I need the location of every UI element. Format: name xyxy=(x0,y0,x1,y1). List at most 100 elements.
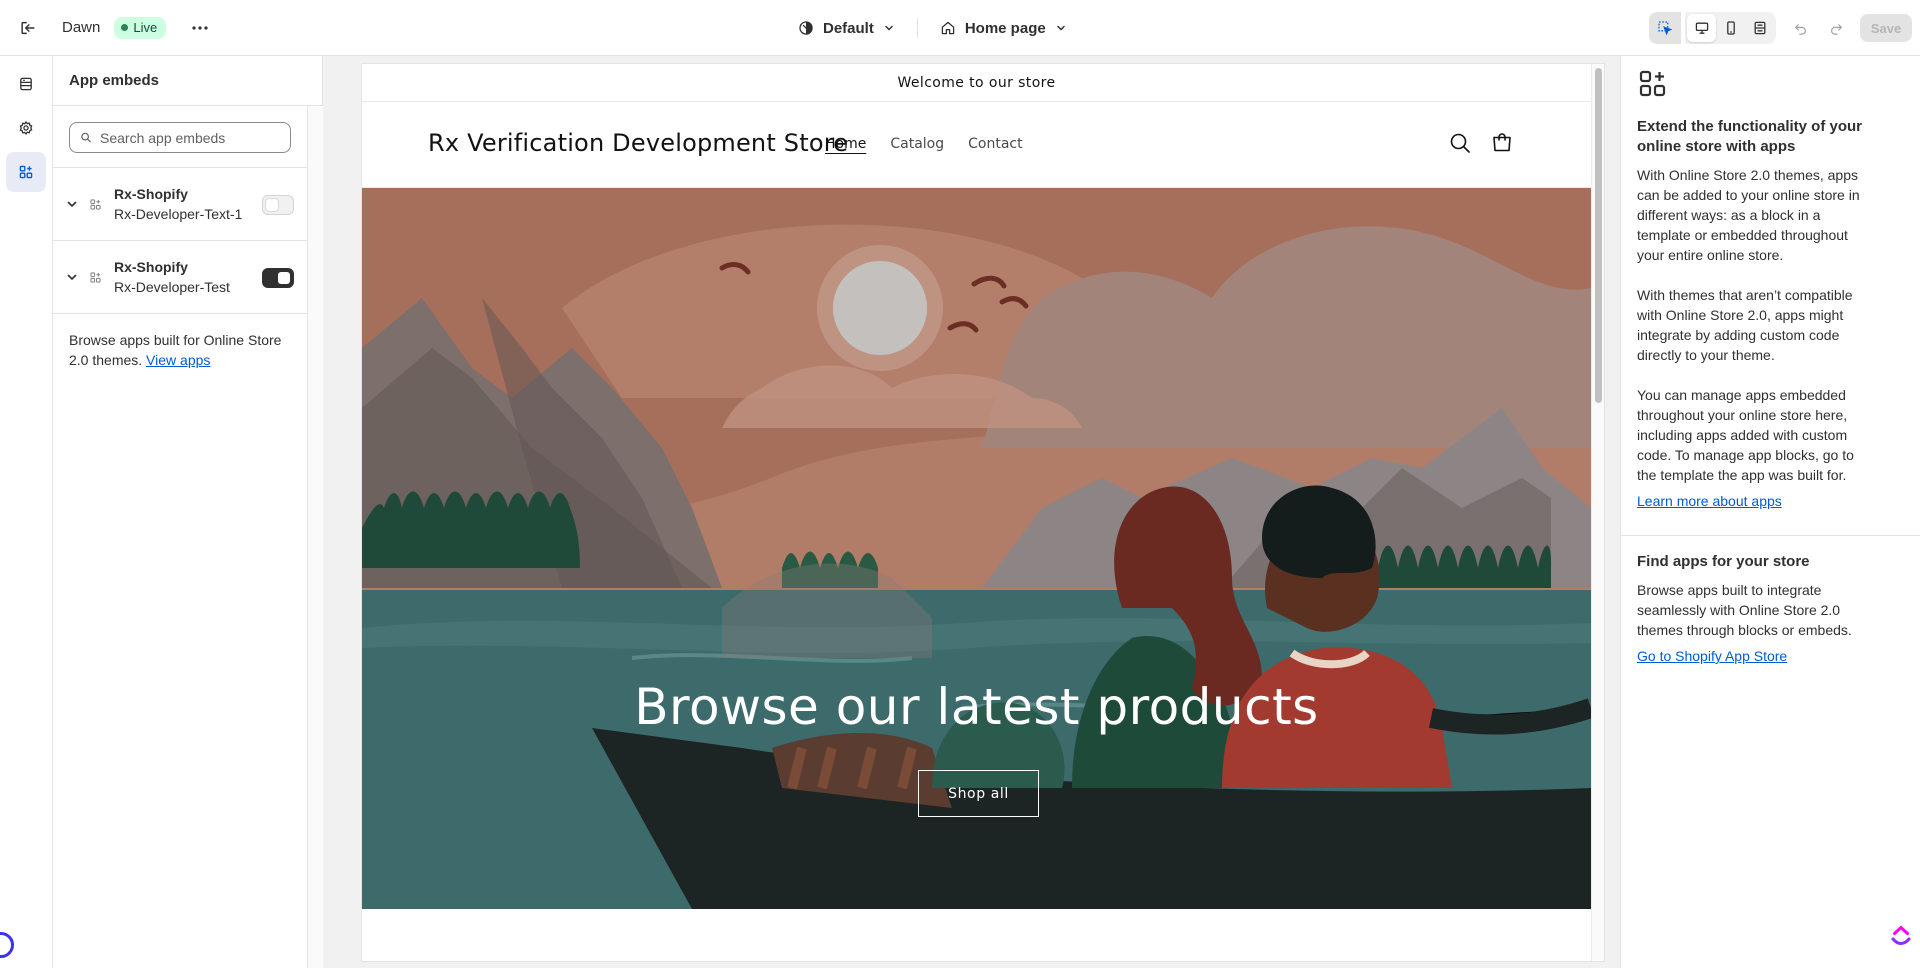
topbar-right: Save xyxy=(1649,0,1920,56)
desktop-icon xyxy=(1695,22,1708,34)
app-icon xyxy=(89,271,103,284)
undo-button[interactable] xyxy=(1782,12,1818,44)
theme-name: Dawn xyxy=(62,19,101,36)
chevron-down-icon xyxy=(67,274,77,281)
clickup-logo-icon[interactable] xyxy=(1888,922,1914,948)
chevron-down-icon xyxy=(67,201,77,208)
toggle-knob xyxy=(266,199,278,211)
inspector-toggle[interactable] xyxy=(1649,12,1681,44)
embed-item[interactable]: Rx-Shopify Rx-Developer-Text-1 xyxy=(53,168,307,241)
info-section-extend: Extend the functionality of your online … xyxy=(1621,56,1920,509)
store-header-icons xyxy=(1449,132,1513,154)
expand-chevron[interactable] xyxy=(65,198,79,210)
more-actions-button[interactable] xyxy=(184,12,216,44)
fullwidth-view-button[interactable] xyxy=(1745,14,1774,42)
search-icon xyxy=(81,132,91,143)
panel-title: App embeds xyxy=(53,56,322,106)
embed-toggle[interactable] xyxy=(262,195,294,215)
preview-scrollbar[interactable] xyxy=(1591,64,1604,961)
inspect-icon xyxy=(1658,21,1673,36)
app-icon xyxy=(89,198,103,211)
viewport-switcher xyxy=(1685,12,1776,44)
search-wrap xyxy=(53,106,307,168)
redo-icon xyxy=(1830,23,1842,35)
info-paragraph: With themes that aren’t compatible with … xyxy=(1637,287,1853,363)
redo-button[interactable] xyxy=(1818,12,1854,44)
embed-item[interactable]: Rx-Shopify Rx-Developer-Test xyxy=(53,241,307,314)
cart-icon[interactable] xyxy=(1491,132,1513,154)
shop-all-button[interactable]: Shop all xyxy=(918,770,1039,817)
toggle-knob xyxy=(278,272,290,284)
embed-app-name: Rx-Shopify xyxy=(114,259,188,275)
mobile-view-button[interactable] xyxy=(1716,14,1745,42)
rail-sections-button[interactable] xyxy=(6,64,46,104)
sections-icon xyxy=(20,77,32,91)
nav-contact[interactable]: Contact xyxy=(968,136,1022,152)
info-section-find: Find apps for your store Browse apps bui… xyxy=(1621,536,1920,664)
undo-icon xyxy=(1794,23,1806,35)
save-button[interactable]: Save xyxy=(1860,14,1912,42)
mobile-icon xyxy=(1726,21,1735,35)
fullwidth-icon xyxy=(1754,21,1765,35)
store-preview[interactable]: Welcome to our store Rx Verification Dev… xyxy=(362,64,1604,961)
live-badge: Live xyxy=(114,16,167,39)
app-block-icon xyxy=(90,271,101,283)
info-heading: Extend the functionality of your online … xyxy=(1637,118,1863,155)
hero-banner: Browse our latest products Shop all xyxy=(362,188,1591,909)
embed-app-name: Rx-Shopify xyxy=(114,186,188,202)
nav-home[interactable]: Home xyxy=(825,136,866,152)
store-name[interactable]: Rx Verification Development Store xyxy=(428,129,848,157)
search-box[interactable] xyxy=(69,122,291,153)
learn-more-link[interactable]: Learn more about apps xyxy=(1637,493,1904,509)
app-block-icon xyxy=(90,198,101,210)
chevron-down-icon xyxy=(885,25,893,31)
view-apps-link[interactable]: View apps xyxy=(146,352,210,368)
info-heading: Find apps for your store xyxy=(1637,553,1810,570)
embed-text: Rx-Shopify Rx-Developer-Text-1 xyxy=(114,186,242,222)
info-panel: Extend the functionality of your online … xyxy=(1620,56,1920,968)
expand-chevron[interactable] xyxy=(65,271,79,283)
page-select-label: Home page xyxy=(964,19,1046,37)
embed-name: Rx-Developer-Test xyxy=(114,279,230,295)
topbar-divider xyxy=(916,18,918,38)
apps-icon xyxy=(1639,70,1666,97)
preview-canvas: Welcome to our store Rx Verification Dev… xyxy=(323,56,1620,968)
store-nav: Home Catalog Contact xyxy=(825,136,1023,152)
embed-text: Rx-Shopify Rx-Developer-Test xyxy=(114,259,230,295)
editor-rail xyxy=(0,56,53,968)
search-input[interactable] xyxy=(100,129,280,146)
more-icon xyxy=(192,25,208,30)
app-store-link[interactable]: Go to Shopify App Store xyxy=(1637,648,1904,664)
rail-app-embeds-button[interactable] xyxy=(6,152,46,192)
editor-topbar: Dawn Live Default Home page Save xyxy=(0,0,1920,56)
home-icon xyxy=(941,21,955,35)
chevron-down-icon xyxy=(1056,25,1065,31)
embed-toggle[interactable] xyxy=(262,268,294,288)
exit-button[interactable] xyxy=(8,12,48,44)
topbar-center: Default Home page xyxy=(790,0,1075,56)
live-dot xyxy=(121,24,129,31)
help-widget[interactable] xyxy=(0,932,14,958)
panel-scrollbar[interactable] xyxy=(307,106,323,968)
info-paragraph: Browse apps built to integrate seamlessl… xyxy=(1637,582,1852,638)
store-header: Rx Verification Development Store Home C… xyxy=(362,102,1591,188)
embed-name: Rx-Developer-Text-1 xyxy=(114,206,243,222)
info-paragraph: You can manage apps embedded throughout … xyxy=(1637,387,1854,483)
topbar-left: Dawn Live xyxy=(0,0,216,56)
theme-style-select[interactable]: Default xyxy=(790,12,903,44)
preview-scroll-thumb[interactable] xyxy=(1595,68,1602,403)
desktop-view-button[interactable] xyxy=(1687,14,1716,42)
browse-apps-note: Browse apps built for Online Store 2.0 t… xyxy=(53,314,307,386)
theme-icon xyxy=(799,21,813,35)
hero-title: Browse our latest products xyxy=(634,678,1319,736)
nav-catalog[interactable]: Catalog xyxy=(890,136,944,152)
settings-icon xyxy=(19,120,33,136)
exit-icon xyxy=(21,21,35,34)
info-paragraph: With Online Store 2.0 themes, apps can b… xyxy=(1637,167,1860,263)
rail-settings-button[interactable] xyxy=(6,108,46,148)
announcement-bar: Welcome to our store xyxy=(362,64,1591,102)
page-select[interactable]: Home page xyxy=(932,12,1075,44)
search-icon[interactable] xyxy=(1449,132,1471,154)
app-embeds-panel: App embeds Rx-Shopify Rx-Developer-Text-… xyxy=(53,56,323,968)
live-label: Live xyxy=(133,20,158,35)
